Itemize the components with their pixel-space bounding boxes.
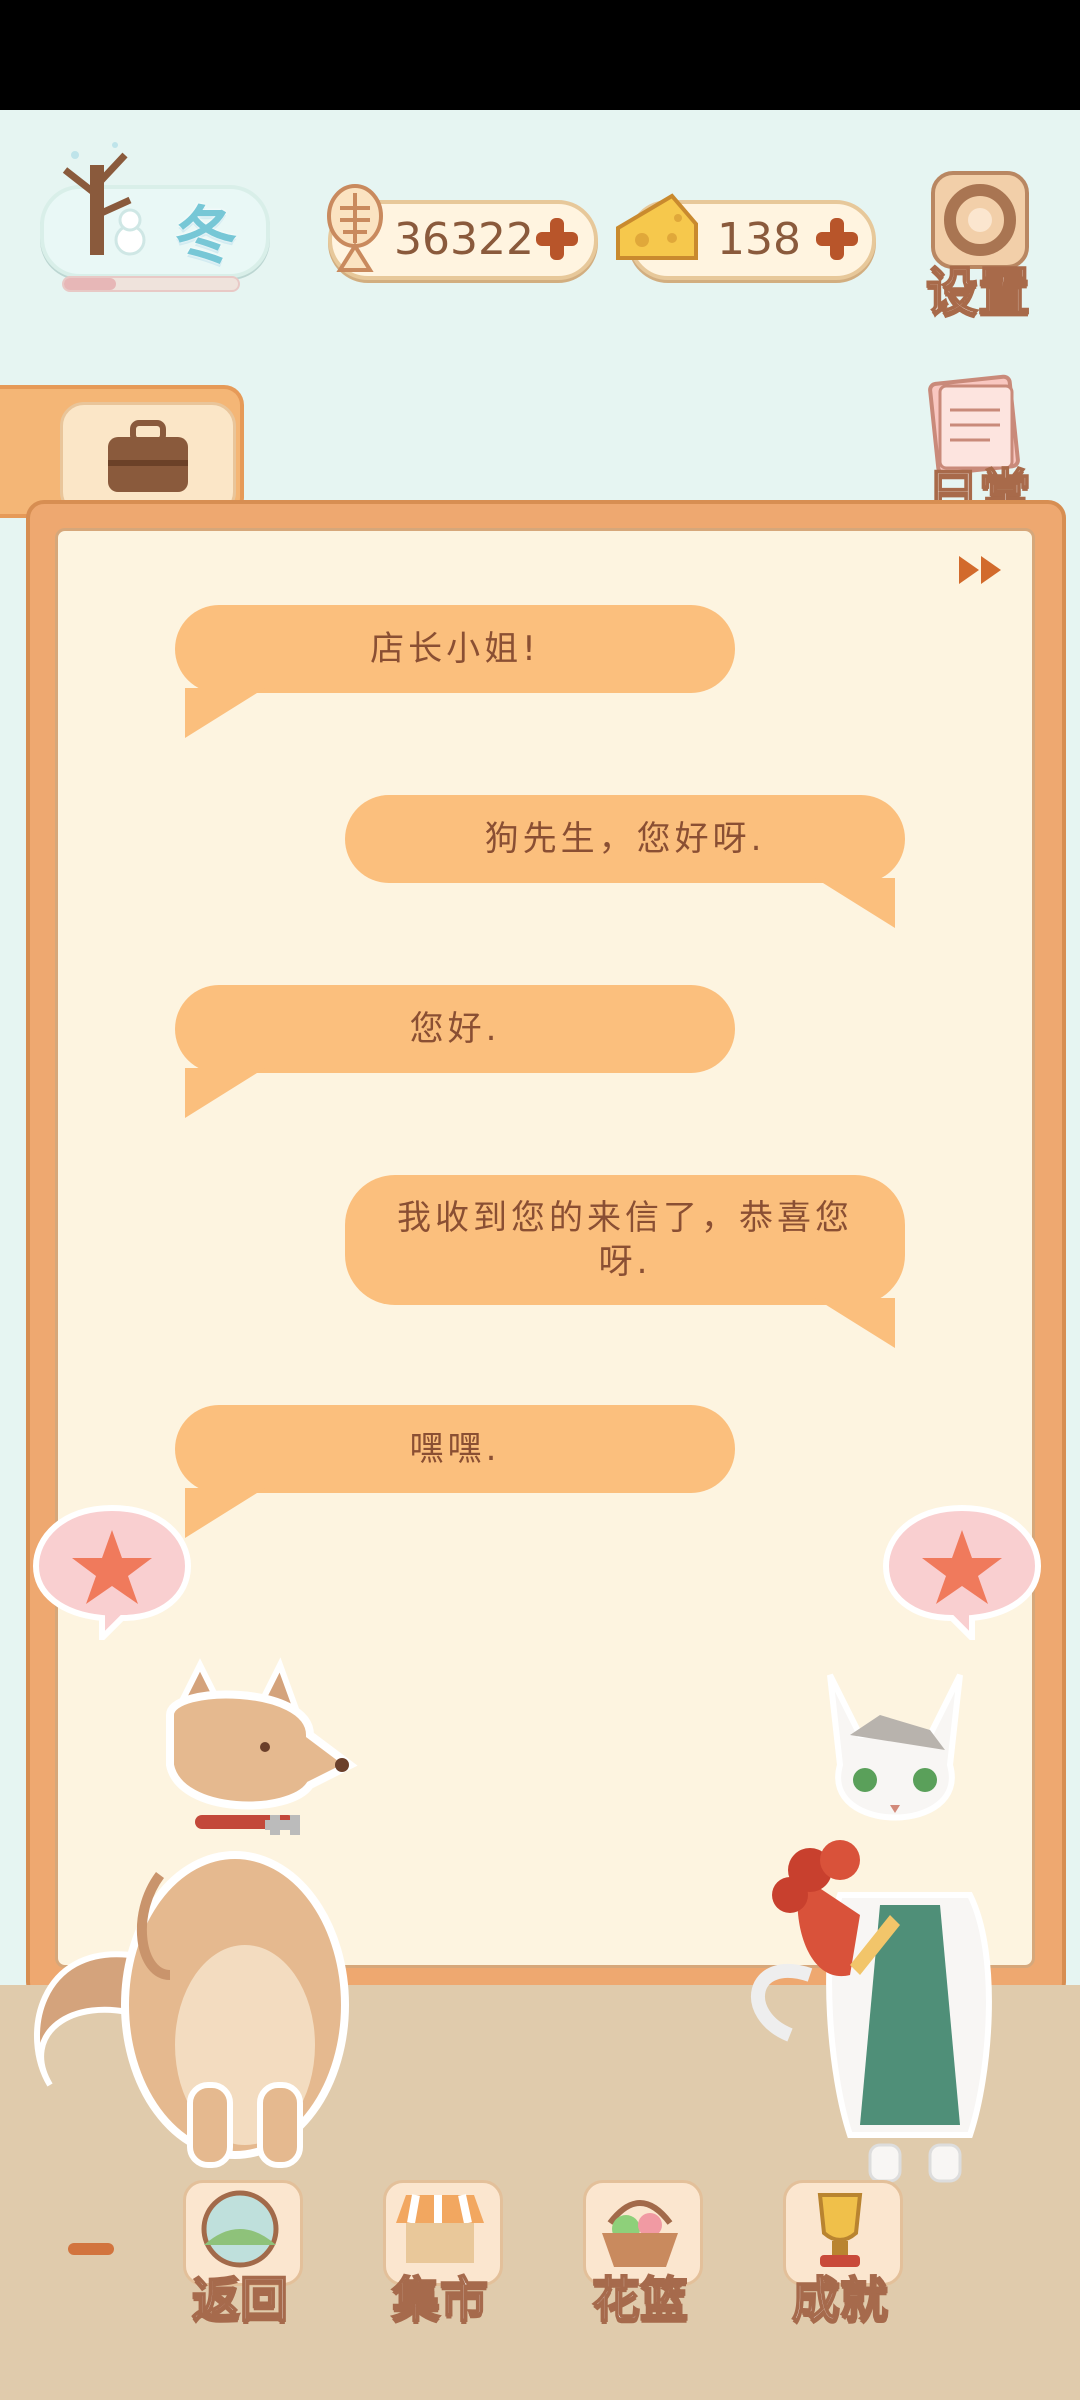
bubble-tail (185, 688, 265, 738)
nav-basket-button[interactable]: 花篮 (575, 2180, 705, 2330)
add-fish-button[interactable] (532, 214, 582, 264)
menu-toggle-button[interactable] (68, 2243, 114, 2255)
message-bubble-left: 您好. (175, 985, 735, 1073)
message-text: 嘿嘿. (409, 1429, 501, 1469)
flower-emote-icon (882, 1504, 1042, 1640)
message-text: 狗先生，您好呀. (484, 819, 766, 859)
fast-forward-icon[interactable] (955, 552, 1007, 588)
bubble-tail (815, 1298, 895, 1348)
cat-character (751, 1673, 992, 2183)
status-bar (0, 0, 1080, 110)
settings-label: 设置 (925, 262, 1031, 324)
cheese-icon (616, 193, 698, 260)
nav-back-button[interactable]: 返回 (175, 2180, 305, 2330)
message-text: 店长小姐! (370, 629, 540, 669)
bubble-tail (815, 878, 895, 928)
bag-button[interactable] (60, 402, 236, 516)
message-bubble-right: 我收到您的来信了，恭喜您呀. (345, 1175, 905, 1305)
message-bubble-right: 狗先生，您好呀. (345, 795, 905, 883)
nav-back-label: 返回 (191, 2271, 289, 2329)
nav-achievement-button[interactable]: 成就 (775, 2180, 905, 2330)
briefcase-icon (108, 420, 188, 492)
snow-tree-icon (62, 142, 146, 256)
settings-button[interactable]: 设置 (920, 165, 1040, 324)
fish-bone-icon (327, 184, 383, 272)
daily-button[interactable]: 日常 (915, 370, 1045, 526)
fish-currency-value: 36322 (394, 214, 534, 265)
season-label: 冬 (175, 199, 238, 272)
add-cheese-button[interactable] (812, 214, 862, 264)
nav-market-button[interactable]: 集市 (375, 2180, 505, 2330)
bubble-tail (185, 1068, 265, 1118)
message-text: 您好. (409, 1009, 501, 1049)
flower-emote-icon (32, 1504, 192, 1640)
season-progress-bar (62, 276, 240, 292)
dog-character (34, 1657, 358, 2168)
message-bubble-left: 嘿嘿. (175, 1405, 735, 1493)
nav-basket-label: 花篮 (591, 2271, 689, 2329)
nav-achievement-label: 成就 (791, 2271, 889, 2329)
nav-market-label: 集市 (391, 2271, 489, 2329)
season-progress-fill (64, 278, 117, 290)
bubble-tail (185, 1488, 265, 1538)
message-text: 我收到您的来信了，恭喜您呀. (397, 1198, 853, 1282)
cheese-currency-value: 138 (717, 214, 801, 265)
message-bubble-left: 店长小姐! (175, 605, 735, 693)
